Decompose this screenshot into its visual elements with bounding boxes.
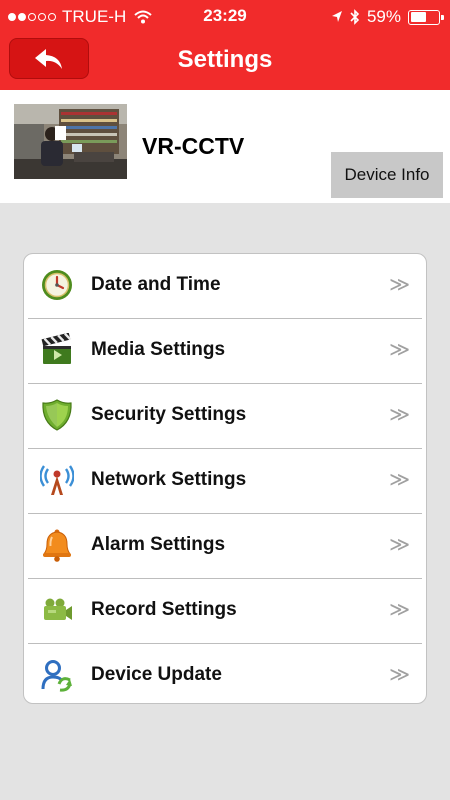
status-right: 59% xyxy=(331,7,444,27)
menu-item-label: Security Settings xyxy=(91,404,247,425)
settings-menu: Date and Time ≫ Media Settings ≫ Securit… xyxy=(23,253,427,704)
clock-icon xyxy=(42,270,72,300)
battery-percent: 59% xyxy=(366,7,401,26)
device-panel: VR-CCTV Device Info xyxy=(0,90,450,203)
battery-icon xyxy=(408,9,444,25)
antenna-icon xyxy=(40,465,74,495)
bluetooth-icon xyxy=(350,9,360,25)
battery-fill xyxy=(410,12,427,22)
bell-icon xyxy=(43,529,71,562)
header-bar: TRUE-H 23:29 59% Settings xyxy=(0,0,450,90)
chevron-right-icon: ≫ xyxy=(389,404,410,426)
chevron-right-icon: ≫ xyxy=(389,534,410,556)
camcorder-icon xyxy=(44,598,72,620)
shield-icon xyxy=(42,399,72,431)
camera-preview-image xyxy=(14,104,127,179)
chevron-right-icon: ≫ xyxy=(389,274,410,296)
update-icon xyxy=(41,660,72,692)
page-title: Settings xyxy=(177,46,273,73)
menu-item-network-settings[interactable]: Network Settings ≫ xyxy=(24,449,426,513)
location-icon xyxy=(331,11,342,22)
camera-thumbnail[interactable] xyxy=(14,104,127,179)
menu-item-label: Media Settings xyxy=(91,339,226,360)
menu-item-label: Network Settings xyxy=(91,469,247,490)
menu-item-date-and-time[interactable]: Date and Time ≫ xyxy=(24,254,426,318)
menu-item-label: Alarm Settings xyxy=(91,534,226,555)
menu-item-alarm-settings[interactable]: Alarm Settings ≫ xyxy=(24,514,426,578)
device-name: VR-CCTV xyxy=(142,133,245,159)
clapperboard-icon xyxy=(41,333,72,364)
chevron-right-icon: ≫ xyxy=(389,599,410,621)
chevron-right-icon: ≫ xyxy=(389,339,410,361)
device-info-button[interactable]: Device Info xyxy=(331,152,443,198)
menu-item-label: Date and Time xyxy=(91,274,221,295)
status-bar: TRUE-H 23:29 59% xyxy=(0,0,450,34)
menu-item-security-settings[interactable]: Security Settings ≫ xyxy=(24,384,426,448)
chevron-right-icon: ≫ xyxy=(389,469,410,491)
menu-item-record-settings[interactable]: Record Settings ≫ xyxy=(24,579,426,643)
menu-item-label: Record Settings xyxy=(91,599,237,620)
menu-item-media-settings[interactable]: Media Settings ≫ xyxy=(24,319,426,383)
menu-item-label: Device Update xyxy=(91,664,222,685)
chevron-right-icon: ≫ xyxy=(389,664,410,686)
menu-item-device-update[interactable]: Device Update ≫ xyxy=(24,644,426,703)
